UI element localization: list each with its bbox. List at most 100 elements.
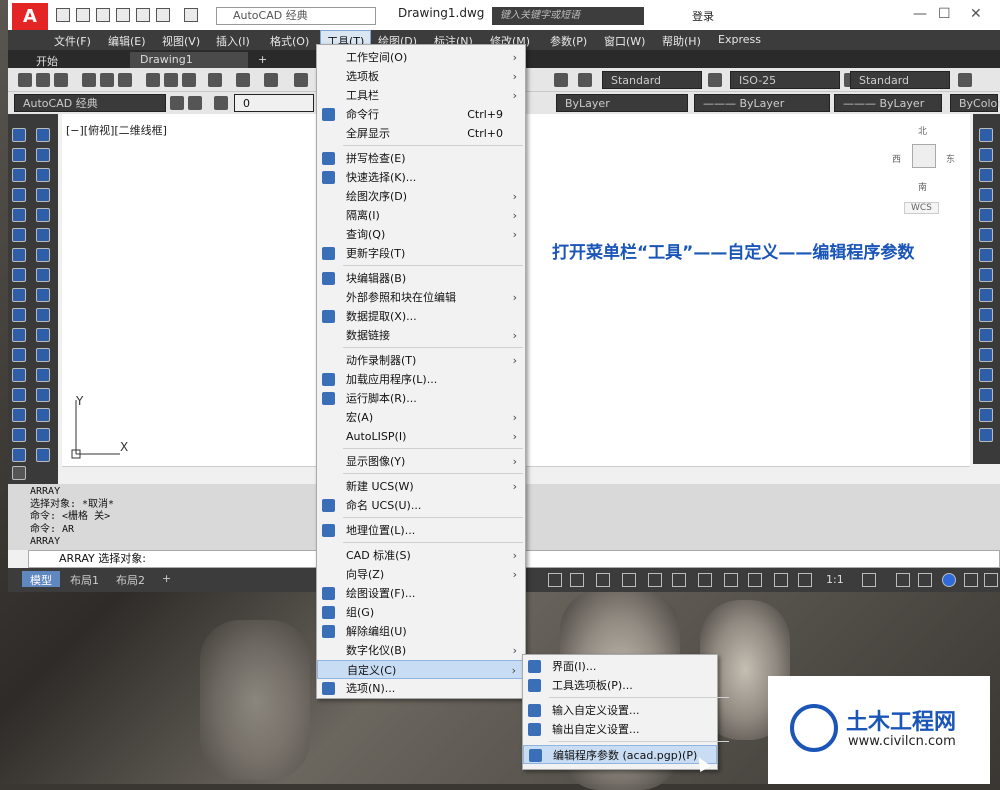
mtext-icon[interactable] [12,466,26,480]
menu-express[interactable]: Express [718,33,761,46]
region-icon[interactable] [12,428,26,442]
tools-menu-item[interactable]: 组(G) [317,603,525,622]
text-style-select[interactable]: Standard [602,71,702,89]
dimbreak-icon[interactable] [36,368,50,382]
explode-icon[interactable] [979,428,993,442]
customize-menu-item[interactable]: 工具选项板(P)... [523,676,717,695]
fillet-icon[interactable] [979,408,993,422]
polygon-icon[interactable] [12,188,26,202]
new-file-icon[interactable] [56,8,70,22]
offset-icon[interactable] [979,188,993,202]
ellipse-icon[interactable] [12,308,26,322]
polar-icon[interactable] [596,573,610,587]
tools-menu-item[interactable]: 数据链接 › [317,326,525,345]
selection-cycling-icon[interactable] [748,573,762,587]
tools-menu-item[interactable]: 拼写检查(E) [317,149,525,168]
open-file-icon[interactable] [76,8,90,22]
copy-icon[interactable] [164,73,178,87]
menu-file[interactable]: 文件(F) [54,33,91,49]
dimdiameter-icon[interactable] [36,248,50,262]
menu-edit[interactable]: 编辑(E) [108,33,146,49]
tools-menu-item[interactable]: AutoLISP(I) › [317,427,525,446]
tools-menu-item[interactable]: 数据提取(X)... [317,307,525,326]
tools-menu-item[interactable]: 地理位置(L)... [317,521,525,540]
tools-menu-item[interactable]: 动作录制器(T) › [317,351,525,370]
undo-icon[interactable] [156,8,170,22]
save-icon[interactable] [96,8,110,22]
tools-menu-item[interactable]: 绘图设置(F)... [317,584,525,603]
hardware-accel-icon[interactable] [942,573,956,587]
tools-menu-item[interactable]: 新建 UCS(W) › [317,477,525,496]
minimize-icon[interactable]: — [913,6,927,22]
viewcube-east[interactable]: 东 [946,152,955,165]
menu-view[interactable]: 视图(V) [162,33,200,49]
tools-menu-item[interactable]: 命名 UCS(U)... [317,496,525,515]
rotate-icon[interactable] [979,248,993,262]
add-layout-button[interactable]: + [154,571,179,587]
matchprop-icon[interactable] [208,73,222,87]
workspace-select-2[interactable]: AutoCAD 经典 [14,94,166,112]
jogline-icon[interactable] [36,448,50,462]
tab-start[interactable]: 开始 [26,52,68,68]
annotation-visibility-icon[interactable] [774,573,788,587]
customize-menu-item[interactable]: 编辑程序参数 (acad.pgp)(P) [523,745,717,764]
dimradius-icon[interactable] [36,208,50,222]
trim-icon[interactable] [979,308,993,322]
tools-menu-item[interactable]: 自定义(C) › [317,660,525,679]
tools-menu-item[interactable]: 块编辑器(B) [317,269,525,288]
redo-icon[interactable] [184,8,198,22]
publish-icon[interactable] [118,73,132,87]
new-icon[interactable] [18,73,32,87]
annotation-scale[interactable]: 1:1 [826,573,844,586]
dimspace-icon[interactable] [36,348,50,362]
tools-menu-item[interactable]: 隔离(I) › [317,206,525,225]
stretch-icon[interactable] [979,288,993,302]
print-icon[interactable] [136,8,150,22]
make-block-icon[interactable] [12,348,26,362]
open-icon[interactable] [36,73,50,87]
plotstyle-select[interactable]: ByColor [950,94,1000,112]
help-icon[interactable] [554,73,568,87]
save-icon[interactable] [54,73,68,87]
workspace-select[interactable]: AutoCAD 经典 [216,7,376,25]
otrack-icon[interactable] [648,573,662,587]
tools-menu-item[interactable]: 工作空间(O) › [317,48,525,67]
osnap-icon[interactable] [622,573,636,587]
workspace-icon[interactable] [188,96,202,110]
copy-obj-icon[interactable] [979,148,993,162]
lineweight-select[interactable]: ——— ByLayer [834,94,942,112]
tools-menu-item[interactable]: 命令行 Ctrl+9 [317,105,525,124]
plot-icon[interactable] [82,73,96,87]
search-input[interactable]: 键入关键字或短语 [492,7,644,25]
menu-format[interactable]: 格式(O) [270,33,309,49]
tools-menu-item[interactable]: 全屏显示 Ctrl+0 [317,124,525,143]
arc-icon[interactable] [12,228,26,242]
break-icon[interactable] [979,348,993,362]
dimarc-icon[interactable] [36,168,50,182]
menu-parametric[interactable]: 参数(P) [550,33,587,49]
menu-window[interactable]: 窗口(W) [604,33,645,49]
tolerance-icon[interactable] [36,388,50,402]
tools-menu-item[interactable]: 加载应用程序(L)... [317,370,525,389]
extend-icon[interactable] [979,328,993,342]
pan-icon[interactable] [294,73,308,87]
app-logo[interactable]: A [12,3,48,31]
viewcube-south[interactable]: 南 [918,180,927,193]
chamfer-icon[interactable] [979,388,993,402]
tools-menu-item[interactable]: 数字化仪(B) › [317,641,525,660]
join-icon[interactable] [979,368,993,382]
line-icon[interactable] [12,128,26,142]
lineweight-toggle-icon[interactable] [698,573,712,587]
isolate-icon[interactable] [918,573,932,587]
paste-icon[interactable] [182,73,196,87]
tools-menu-item[interactable]: 更新字段(T) [317,244,525,263]
redo-icon[interactable] [264,73,278,87]
hatch-icon[interactable] [12,388,26,402]
workspace-gear-icon[interactable] [862,573,876,587]
layer-props-icon[interactable] [214,96,228,110]
gear-icon[interactable] [170,96,184,110]
polyline-icon[interactable] [12,168,26,182]
close-icon[interactable]: ✕ [970,6,982,22]
tools-menu-item[interactable]: 选项板 › [317,67,525,86]
tools-menu-item[interactable]: 显示图像(Y) › [317,452,525,471]
